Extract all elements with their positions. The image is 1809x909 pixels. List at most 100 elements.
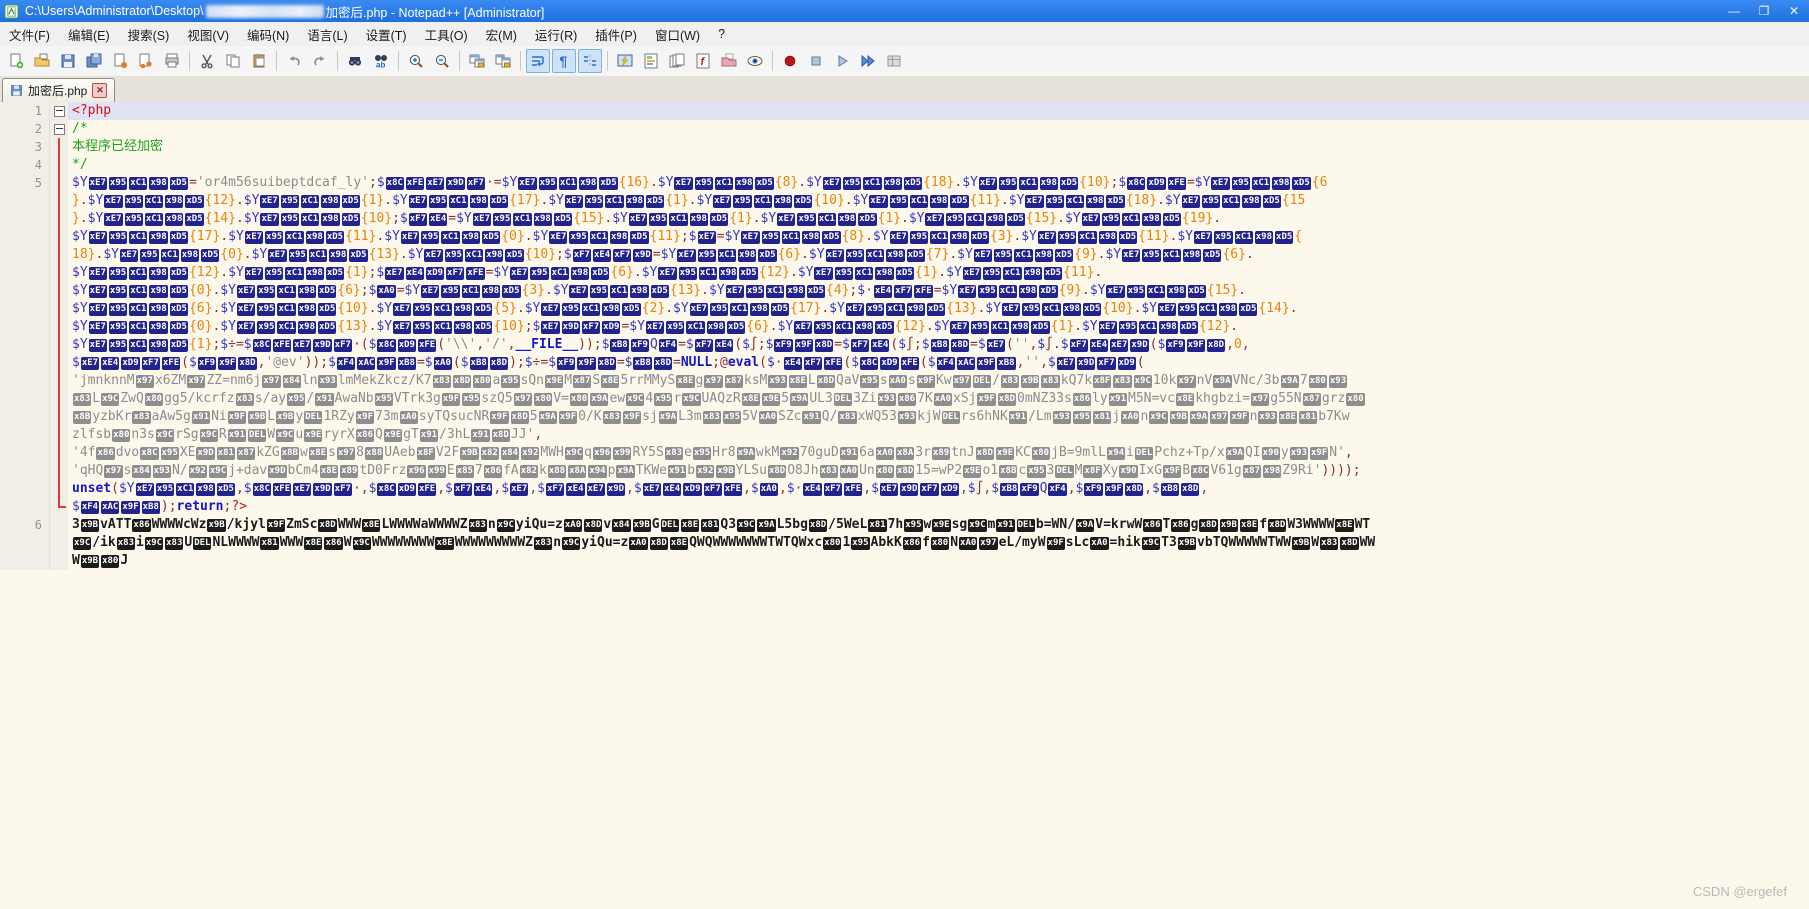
show-all-characters-icon[interactable]: ¶ xyxy=(552,49,576,73)
fold-collapse-icon[interactable] xyxy=(54,124,65,135)
cut-icon[interactable] xyxy=(195,49,219,73)
maximize-button[interactable]: ❐ xyxy=(1749,0,1779,22)
fold-margin[interactable] xyxy=(50,138,68,156)
save-icon[interactable] xyxy=(56,49,80,73)
control-char-box: x86 xyxy=(484,465,502,478)
menu-item-运行r[interactable]: 运行(R) xyxy=(526,22,586,47)
menu-item-设置t[interactable]: 设置(T) xyxy=(357,22,416,47)
fold-guide-line xyxy=(58,246,60,264)
menu-item-编辑e[interactable]: 编辑(E) xyxy=(59,22,119,47)
fold-margin[interactable] xyxy=(50,498,68,516)
macro-run-multiple-icon[interactable] xyxy=(856,49,880,73)
menu-item-[interactable]: ? xyxy=(709,24,734,44)
copy-icon[interactable] xyxy=(221,49,245,73)
zoom-in-icon[interactable] xyxy=(404,49,428,73)
code-token: 4 xyxy=(645,391,653,406)
fold-margin[interactable] xyxy=(50,192,68,210)
macro-save-icon[interactable] xyxy=(882,49,906,73)
fold-margin[interactable] xyxy=(50,552,68,570)
fold-margin[interactable] xyxy=(50,390,68,408)
launch-run-icon[interactable] xyxy=(613,49,637,73)
fold-margin[interactable] xyxy=(50,354,68,372)
fold-margin[interactable] xyxy=(50,120,68,138)
control-char-box: xE7 xyxy=(963,267,981,280)
fold-margin[interactable] xyxy=(50,156,68,174)
fold-margin[interactable] xyxy=(50,300,68,318)
control-char-box: x9F xyxy=(442,393,460,406)
fold-margin[interactable] xyxy=(50,264,68,282)
replace-icon[interactable]: ab xyxy=(369,49,393,73)
close-icon[interactable] xyxy=(108,49,132,73)
control-char-box: x8D xyxy=(896,465,914,478)
code-token: . xyxy=(1074,319,1082,334)
fold-margin[interactable] xyxy=(50,336,68,354)
sync-scroll-v-icon[interactable] xyxy=(465,49,489,73)
document-map-icon[interactable] xyxy=(639,49,663,73)
tab-encrypted-php[interactable]: 加密后.php ✕ xyxy=(2,78,115,102)
fold-margin[interactable] xyxy=(50,318,68,336)
new-file-icon[interactable] xyxy=(4,49,28,73)
open-file-icon[interactable] xyxy=(30,49,54,73)
control-char-box: xD5 xyxy=(170,231,188,244)
close-button[interactable]: ✕ xyxy=(1779,0,1809,22)
fold-margin[interactable] xyxy=(50,228,68,246)
code-token: ·, xyxy=(353,481,369,496)
close-all-icon[interactable] xyxy=(134,49,158,73)
fold-collapse-icon[interactable] xyxy=(54,106,65,117)
menu-item-工具o[interactable]: 工具(O) xyxy=(416,22,477,47)
undo-icon[interactable] xyxy=(282,49,306,73)
menu-item-搜索s[interactable]: 搜索(S) xyxy=(119,22,179,47)
fold-margin[interactable] xyxy=(50,462,68,480)
macro-play-icon[interactable] xyxy=(830,49,854,73)
editor-text-area[interactable]: 1<?php2/*3本程序已经加密4*/5$YxE7x95xC1x98xD5='… xyxy=(0,102,1809,909)
indent-guide-icon[interactable] xyxy=(578,49,602,73)
fold-margin[interactable] xyxy=(50,282,68,300)
control-char-box: x99 xyxy=(428,465,446,478)
word-wrap-icon[interactable] xyxy=(526,49,550,73)
fold-margin[interactable] xyxy=(50,210,68,228)
control-char-box: x9E xyxy=(963,465,981,478)
fold-margin[interactable] xyxy=(50,372,68,390)
fold-margin[interactable] xyxy=(50,426,68,444)
menu-item-视图v[interactable]: 视图(V) xyxy=(178,22,238,47)
code-token: p xyxy=(608,463,616,478)
menu-item-插件p[interactable]: 插件(P) xyxy=(586,22,646,47)
sync-scroll-h-icon[interactable] xyxy=(491,49,515,73)
document-switcher-icon[interactable] xyxy=(665,49,689,73)
tab-close-icon[interactable]: ✕ xyxy=(92,83,107,98)
print-icon[interactable] xyxy=(160,49,184,73)
find-icon[interactable] xyxy=(343,49,367,73)
control-char-box: x95 xyxy=(265,267,283,280)
control-char-box: x98 xyxy=(1063,303,1081,316)
minimize-button[interactable]: — xyxy=(1719,0,1749,22)
fold-margin[interactable] xyxy=(50,174,68,192)
fold-margin[interactable] xyxy=(50,102,68,120)
macro-record-icon[interactable] xyxy=(778,49,802,73)
menu-item-窗口w[interactable]: 窗口(W) xyxy=(646,22,709,47)
folder-as-workspace-icon[interactable] xyxy=(717,49,741,73)
menu-item-宏m[interactable]: 宏(M) xyxy=(477,22,526,47)
control-char-box: xD5 xyxy=(1188,285,1206,298)
save-all-icon[interactable] xyxy=(82,49,106,73)
macro-stop-icon[interactable] xyxy=(804,49,828,73)
fold-margin[interactable] xyxy=(50,444,68,462)
control-char-box: x8F xyxy=(1083,465,1101,478)
view-file-icon[interactable] xyxy=(743,49,767,73)
fold-margin[interactable] xyxy=(50,246,68,264)
control-char-box: xE7 xyxy=(473,213,491,226)
menu-item-编码n[interactable]: 编码(N) xyxy=(238,22,298,47)
fold-margin[interactable] xyxy=(50,480,68,498)
code-token: $ xyxy=(842,337,850,352)
control-char-box: x95 xyxy=(289,249,307,262)
redo-icon[interactable] xyxy=(308,49,332,73)
fold-margin[interactable] xyxy=(50,516,68,534)
menu-item-文件f[interactable]: 文件(F) xyxy=(0,22,59,47)
control-char-box: xA0 xyxy=(934,393,952,406)
menu-item-语言l[interactable]: 语言(L) xyxy=(298,22,356,47)
paste-icon[interactable] xyxy=(247,49,271,73)
fold-margin[interactable] xyxy=(50,534,68,552)
fold-margin[interactable] xyxy=(50,408,68,426)
zoom-out-icon[interactable] xyxy=(430,49,454,73)
code-token: N/ xyxy=(172,463,188,478)
function-list-icon[interactable]: f xyxy=(691,49,715,73)
